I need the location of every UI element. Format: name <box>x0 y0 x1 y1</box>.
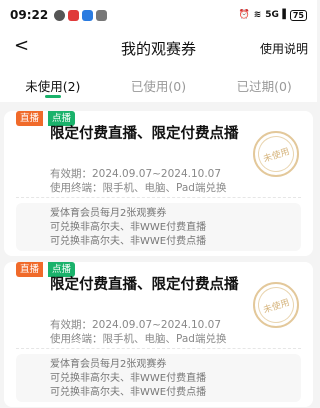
tab-unused[interactable]: 未使用(2) <box>0 64 106 102</box>
help-link[interactable]: 使用说明 <box>260 40 308 57</box>
coupon-card[interactable]: 直播 点播 限定付费直播、限定付费点播 有效期：2024.09.07~2024.… <box>4 111 313 256</box>
app-header: < 我的观赛券 使用说明 <box>0 30 317 64</box>
tab-active-indicator <box>44 95 61 98</box>
coupon-main: 直播 点播 限定付费直播、限定付费点播 有效期：2024.09.07~2024.… <box>4 111 313 194</box>
app-icon-red <box>68 9 80 21</box>
coupon-terminal: 使用终端：限手机、电脑、Pad端兑换 <box>50 333 227 345</box>
desc-line: 爱体育会员每月2张观赛券 <box>50 359 167 370</box>
coupon-main: 直播 点播 限定付费直播、限定付费点播 有效期：2024.09.07~2024.… <box>4 262 313 345</box>
stamp-label: 未使用 <box>253 282 299 328</box>
status-bar: 09:22 ⏰ ≋ 5G▐ 75 <box>0 0 317 30</box>
battery-icon: 75 <box>289 9 307 21</box>
unused-stamp-icon: 未使用 <box>253 282 299 328</box>
status-time: 09:22 <box>10 8 49 22</box>
desc-line: 可兑换非高尔夫、非WWE付费点播 <box>50 236 207 247</box>
coupon-description: 爱体育会员每月2张观赛券 可兑换非高尔夫、非WWE付费直播 可兑换非高尔夫、非W… <box>16 203 301 251</box>
desc-line: 可兑换非高尔夫、非WWE付费直播 <box>50 373 207 384</box>
chat-icon <box>54 9 66 21</box>
desc-line: 爱体育会员每月2张观赛券 <box>50 208 167 219</box>
stamp-label: 未使用 <box>253 131 299 177</box>
status-right: ⏰ ≋ 5G▐ 75 <box>238 9 307 21</box>
app-icon-gray <box>96 9 108 21</box>
live-badge: 直播 <box>16 111 44 126</box>
tab-used[interactable]: 已使用(0) <box>106 64 212 102</box>
desc-line: 可兑换非高尔夫、非WWE付费点播 <box>50 387 207 398</box>
notification-icons <box>54 9 108 21</box>
coupon-name: 限定付费直播、限定付费点播 <box>50 277 239 293</box>
divider <box>16 197 301 198</box>
tab-label: 已使用(0) <box>130 79 187 94</box>
coupon-terminal: 使用终端：限手机、电脑、Pad端兑换 <box>50 182 227 194</box>
alarm-icon: ⏰ <box>238 10 250 20</box>
live-badge: 直播 <box>16 262 44 277</box>
app-icon-blue <box>82 9 94 21</box>
coupon-validity: 有效期：2024.09.07~2024.10.07 <box>50 168 222 180</box>
coupon-name: 限定付费直播、限定付费点播 <box>50 126 239 142</box>
wifi-icon: ≋ <box>253 10 262 20</box>
divider <box>16 348 301 349</box>
coupon-card[interactable]: 直播 点播 限定付费直播、限定付费点播 有效期：2024.09.07~2024.… <box>4 262 313 407</box>
signal-icon: 5G▐ <box>265 10 286 20</box>
tab-expired[interactable]: 已过期(0) <box>211 64 317 102</box>
tab-bar: 未使用(2) 已使用(0) 已过期(0) <box>0 64 317 102</box>
unused-stamp-icon: 未使用 <box>253 131 299 177</box>
tab-label: 未使用(2) <box>25 79 81 94</box>
coupon-description: 爱体育会员每月2张观赛券 可兑换非高尔夫、非WWE付费直播 可兑换非高尔夫、非W… <box>16 354 301 402</box>
tab-label: 已过期(0) <box>236 79 292 94</box>
desc-line: 可兑换非高尔夫、非WWE付费直播 <box>50 222 207 233</box>
coupon-validity: 有效期：2024.09.07~2024.10.07 <box>50 319 222 331</box>
